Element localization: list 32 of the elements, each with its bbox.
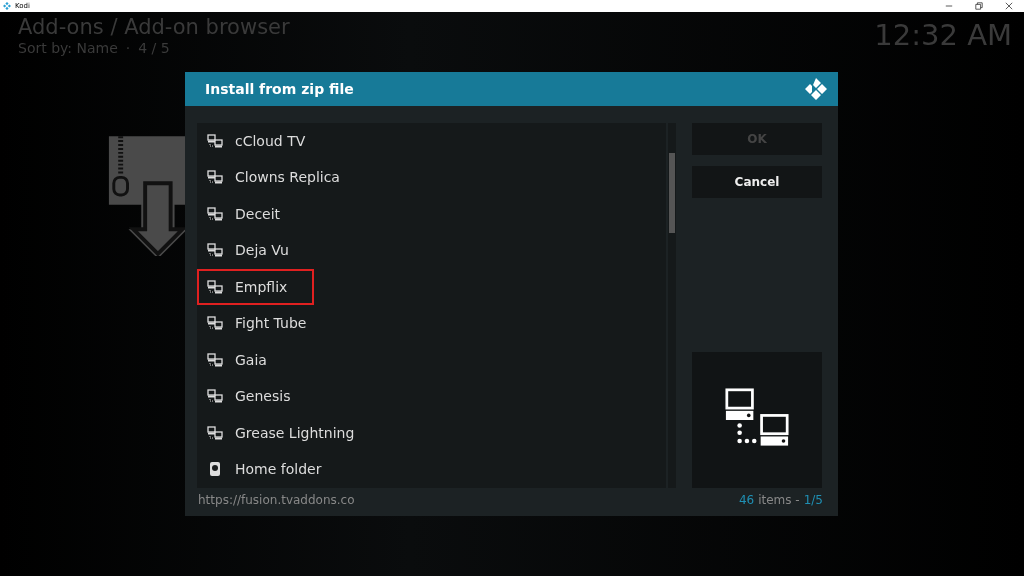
list-item[interactable]: cCloud TV [197,122,665,160]
scrollbar[interactable] [668,122,676,488]
clock: 12:32 AM [874,17,1012,54]
network-icon [207,389,223,404]
list-item[interactable]: Deja Vu [197,232,665,269]
app-logo-icon [3,2,11,10]
network-icon [207,243,223,258]
item-count: 46 [738,492,755,507]
dialog-title: Install from zip file [205,80,354,97]
network-icon [207,279,223,294]
items-label: items - [758,492,800,507]
list-item[interactable]: Deceit [197,195,665,233]
list-item[interactable]: Clowns Replica [197,159,665,196]
list-item[interactable]: Home folder [197,451,665,488]
sort-label: Sort by: Name [18,40,118,56]
network-icon [207,170,223,185]
network-icon [207,425,223,440]
dialog-button[interactable]: Cancel [692,165,822,198]
list-item[interactable]: Gaia [197,341,665,379]
list-item[interactable]: Grease Lightning [197,414,665,452]
network-icon [207,133,223,148]
network-icon [207,316,223,331]
page-count: 1/5 [803,492,823,507]
source-path: https://fusion.tvaddons.co [198,492,355,507]
drive-icon [207,462,223,477]
list-item[interactable]: Empflix [197,268,314,306]
network-icon [207,206,223,221]
separator-dot: · [125,40,131,56]
app-logo-icon [804,76,828,101]
list-item[interactable]: Genesis [197,378,665,415]
network-icon [207,352,223,367]
list-item[interactable]: Fight Tube [197,305,665,342]
